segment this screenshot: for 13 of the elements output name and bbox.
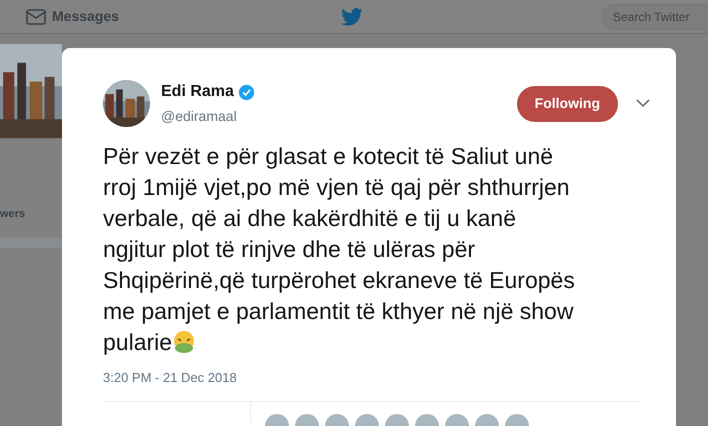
card-divider-bar: [0, 238, 62, 248]
followers-label: wers: [0, 206, 26, 222]
envelope-icon[interactable]: [26, 8, 46, 24]
bird-logo-icon[interactable]: [340, 8, 363, 26]
following-button[interactable]: Following: [516, 86, 618, 122]
tweet-timestamp: 3:20 PM - 21 Dec 2018: [103, 369, 238, 387]
nauseated-emoji-icon: [172, 330, 196, 354]
tweet-text: Për vezët e për glasat e kotecit të Saliut unë rroj 1mijë vjet,po më vjen të qaj për shthurrjen verbale, që ai dhe kakërdhitë e tij u kanë ngjitur plot të rinjve dhe të ulëras për Shqipërinë,që turpërohet ekraneve të Europës me pamjet e parlamentit të kthyer në një show pularie: [103, 142, 576, 357]
author-handle[interactable]: @ediramaal: [161, 106, 255, 127]
author-name[interactable]: Edi Rama: [161, 80, 234, 104]
search-field[interactable]: Search Twitter: [602, 4, 708, 30]
chevron-down-icon[interactable]: [636, 99, 650, 108]
messages-link[interactable]: Messages: [52, 6, 119, 27]
